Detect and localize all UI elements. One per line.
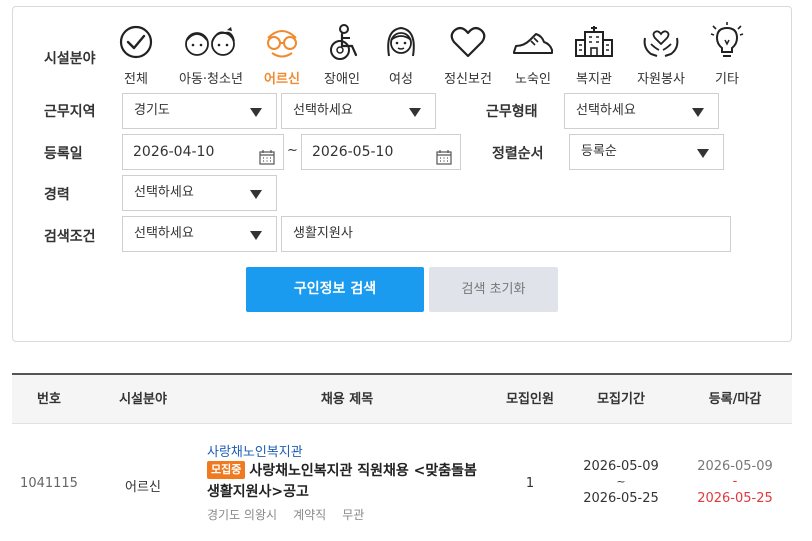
- reg-date-label: 등록일: [44, 146, 83, 162]
- calendar-icon[interactable]: [436, 144, 452, 178]
- row-org-link[interactable]: 사랑채노인복지관: [207, 441, 303, 460]
- date-separator: ~: [287, 143, 298, 158]
- category-women[interactable]: 여성: [371, 22, 431, 87]
- category-welfare-center[interactable]: 복지관: [564, 22, 624, 87]
- work-type-value: 선택하세요: [576, 103, 636, 118]
- reset-button[interactable]: 검색 초기화: [429, 267, 558, 312]
- dropdown-arrow-icon: [692, 108, 704, 117]
- region-province-value: 경기도: [134, 103, 170, 118]
- career-label: 경력: [44, 187, 70, 203]
- elderly-icon: [252, 22, 312, 66]
- category-mental-health[interactable]: 정신보건: [438, 22, 498, 87]
- wheelchair-icon: [312, 22, 372, 66]
- category-name: 어르신: [264, 72, 300, 87]
- shoe-icon: [503, 22, 563, 66]
- category-name: 아동·청소년: [179, 72, 243, 87]
- building-icon: [564, 22, 624, 66]
- row-meta: 경기도 의왕시 계약직 무관: [207, 506, 380, 523]
- category-name: 정신보건: [444, 72, 492, 87]
- row-period-sep: ~: [616, 475, 626, 488]
- category-children[interactable]: 아동·청소년: [179, 22, 243, 87]
- calendar-icon[interactable]: [259, 144, 275, 178]
- category-name: 자원봉사: [637, 72, 685, 87]
- category-name: 노숙인: [515, 72, 551, 87]
- category-name: 전체: [124, 72, 148, 87]
- row-employment: 계약직: [293, 508, 327, 522]
- row-salary: 무관: [342, 508, 365, 522]
- category-volunteer[interactable]: 자원봉사: [631, 22, 691, 87]
- region-city-value: 선택하세요: [293, 103, 353, 118]
- header-period: 모집기간: [597, 392, 645, 407]
- header-category: 시설분야: [119, 392, 167, 407]
- region-province-select[interactable]: 경기도: [122, 93, 277, 129]
- status-badge: 모집중: [207, 461, 246, 479]
- category-name: 기타: [715, 72, 739, 87]
- row-title-text: 사랑채노인복지관 직원채용 <맞춤돌봄 생활지원사>공고: [207, 463, 477, 500]
- category-label: 시설분야: [44, 51, 96, 67]
- heart-icon: [438, 22, 498, 66]
- dropdown-arrow-icon: [250, 190, 262, 199]
- search-button[interactable]: 구인정보 검색: [246, 267, 424, 312]
- date-from-value: 2026-04-10: [133, 144, 215, 160]
- category-other[interactable]: 기타: [697, 22, 757, 87]
- lightbulb-icon: [697, 22, 757, 66]
- row-location: 경기도 의왕시: [207, 508, 278, 522]
- dropdown-arrow-icon: [409, 108, 421, 117]
- date-from-input[interactable]: 2026-04-10: [122, 134, 284, 170]
- category-disabled[interactable]: 장애인: [312, 22, 372, 87]
- dropdown-arrow-icon: [697, 149, 709, 158]
- sort-label: 정렬순서: [492, 146, 544, 162]
- condition-label: 검색조건: [44, 229, 96, 245]
- check-circle-icon: [106, 22, 166, 66]
- sort-value: 등록순: [581, 144, 617, 159]
- region-label: 근무지역: [44, 104, 96, 120]
- row-title-link[interactable]: 모집중 사랑채노인복지관 직원채용 <맞춤돌봄 생활지원사>공고: [207, 461, 482, 503]
- keyword-input[interactable]: 생활지원사: [281, 216, 731, 252]
- row-deadline: 2026-05-25: [697, 491, 773, 506]
- sort-select[interactable]: 등록순: [569, 134, 724, 170]
- header-reg-deadline: 등록/마감: [708, 392, 762, 407]
- row-deadline-sep: -: [732, 474, 738, 489]
- career-select[interactable]: 선택하세요: [122, 175, 277, 211]
- header-count: 모집인원: [506, 392, 554, 407]
- dropdown-arrow-icon: [250, 231, 262, 240]
- row-period-end: 2026-05-25: [583, 491, 659, 506]
- children-icon: [179, 22, 239, 66]
- dropdown-arrow-icon: [250, 108, 262, 117]
- row-count: 1: [525, 476, 535, 491]
- category-name: 장애인: [324, 72, 360, 87]
- row-category: 어르신: [125, 480, 161, 495]
- condition-select[interactable]: 선택하세요: [122, 216, 277, 252]
- work-type-label: 근무형태: [486, 104, 538, 120]
- row-number: 1041115: [20, 476, 78, 491]
- date-to-value: 2026-05-10: [312, 144, 394, 160]
- date-to-input[interactable]: 2026-05-10: [301, 134, 461, 170]
- header-title: 채용 제목: [320, 392, 374, 407]
- category-elderly[interactable]: 어르신: [252, 22, 312, 87]
- row-period-start: 2026-05-09: [583, 459, 659, 474]
- condition-value: 선택하세요: [134, 226, 194, 241]
- table-header: 번호 시설분야 채용 제목 모집인원 모집기간 등록/마감: [12, 375, 792, 424]
- category-all[interactable]: 전체: [106, 22, 166, 87]
- woman-icon: [371, 22, 431, 66]
- category-homeless[interactable]: 노숙인: [503, 22, 563, 87]
- career-value: 선택하세요: [134, 185, 194, 200]
- work-type-select[interactable]: 선택하세요: [564, 93, 719, 129]
- row-registered: 2026-05-09: [697, 459, 773, 474]
- header-number: 번호: [37, 392, 61, 407]
- region-city-select[interactable]: 선택하세요: [281, 93, 436, 129]
- category-name: 여성: [389, 72, 413, 87]
- heart-hands-icon: [631, 22, 691, 66]
- category-name: 복지관: [576, 72, 612, 87]
- keyword-value: 생활지원사: [293, 226, 353, 241]
